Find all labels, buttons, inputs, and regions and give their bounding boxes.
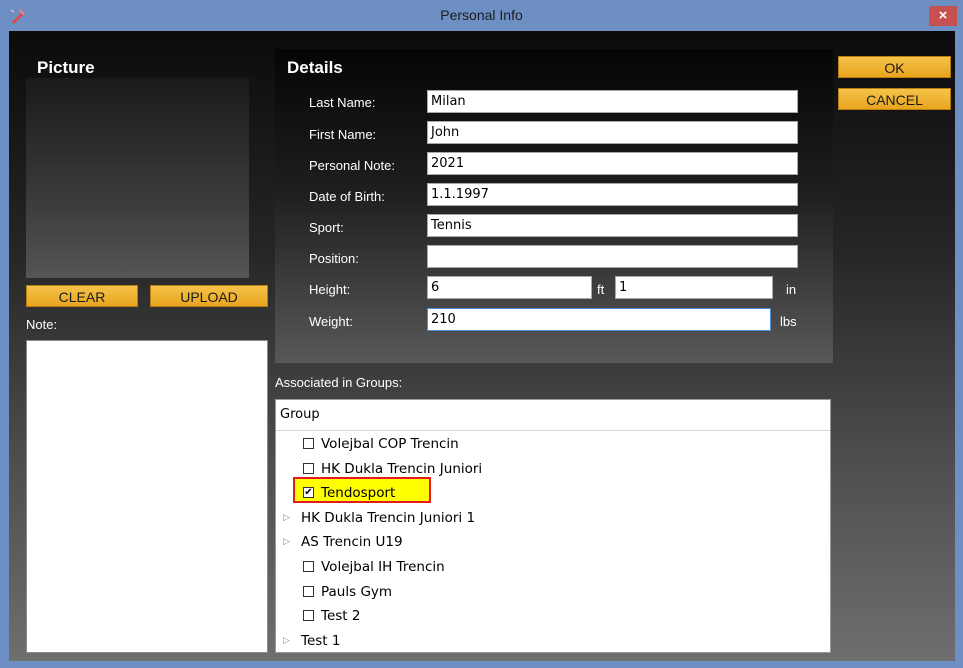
weight-label: Weight: [309,314,353,329]
expand-arrow-icon[interactable]: ▷ [283,506,290,530]
group-row[interactable]: Volejbal COP Trencin [276,432,830,456]
groups-tree: Group Volejbal COP Trencin HK Dukla Trenc… [275,399,831,653]
group-column-header[interactable]: Group [276,400,830,431]
dialog-body: Picture CLEAR UPLOAD Note: Details Last … [9,31,955,661]
group-row[interactable]: HK Dukla Trencin Juniori [276,457,830,481]
personal-note-field[interactable]: 2021 [427,152,798,175]
cancel-button[interactable]: CANCEL [838,88,951,110]
weight-field[interactable]: 210 [427,308,771,331]
group-checkbox[interactable]: ✔ [303,487,314,499]
title-bar[interactable]: Personal Info × [0,0,963,31]
window-title: Personal Info [440,7,523,23]
group-row[interactable]: Test 2 [276,604,830,628]
groups-label: Associated in Groups: [275,375,403,390]
group-checkbox[interactable] [303,438,314,449]
sport-label: Sport: [309,220,344,235]
group-name: HK Dukla Trencin Juniori 1 [301,509,476,526]
group-row[interactable]: ▷ HK Dukla Trencin Juniori 1 [276,506,830,530]
group-name: AS Trencin U19 [301,534,403,551]
close-icon: × [938,7,948,24]
personal-info-window: Personal Info × Picture CLEAR UPLOAD Not… [0,0,963,668]
group-checkbox[interactable] [303,561,314,572]
group-row[interactable]: Volejbal IH Trencin [276,555,830,579]
picture-heading: Picture [37,58,95,77]
details-heading: Details [287,58,343,77]
date-of-birth-field[interactable]: 1.1.1997 [427,183,798,206]
weight-unit: lbs [780,314,797,329]
personal-note-label: Personal Note: [309,158,395,173]
group-checkbox[interactable] [303,610,314,622]
group-name: Volejbal IH Trencin [321,559,445,575]
height-inches-field[interactable]: 1 [615,276,773,299]
group-name: HK Dukla Trencin Juniori [321,460,483,477]
note-label: Note: [26,317,58,332]
group-checkbox[interactable] [303,462,314,474]
expand-arrow-icon[interactable]: ▷ [283,629,290,653]
height-feet-unit: ft [597,282,605,297]
group-checkbox[interactable] [303,585,314,597]
ok-button[interactable]: OK [838,56,951,78]
position-label: Position: [309,251,359,266]
group-name: Volejbal COP Trencin [321,436,459,452]
group-name: Test 2 [321,608,361,625]
height-feet-field[interactable]: 6 [427,276,592,299]
sport-field[interactable]: Tennis [427,214,798,237]
note-textarea[interactable] [26,340,268,653]
group-row[interactable]: ✔ Tendosport [276,481,830,505]
details-panel: Details Last Name: Milan First Name: Joh… [275,49,833,363]
group-name: Tendosport [321,485,396,502]
first-name-field[interactable]: John [427,121,798,144]
height-label: Height: [309,282,351,297]
picture-preview [26,78,249,278]
last-name-label: Last Name: [309,95,376,110]
height-inches-unit: in [786,282,797,297]
group-name: Pauls Gym [321,583,393,600]
group-row[interactable]: Pauls Gym [276,580,830,604]
close-button[interactable]: × [929,6,957,26]
first-name-label: First Name: [309,127,377,142]
expand-arrow-icon[interactable]: ▷ [283,530,290,554]
upload-button[interactable]: UPLOAD [150,285,268,307]
clear-button[interactable]: CLEAR [26,285,138,307]
group-name: Test 1 [301,632,341,649]
last-name-field[interactable]: Milan [427,90,798,113]
group-row[interactable]: ▷ Test 1 [276,629,830,653]
group-row[interactable]: ▷ AS Trencin U19 [276,530,830,554]
position-field[interactable] [427,245,798,268]
date-of-birth-label: Date of Birth: [309,189,385,204]
